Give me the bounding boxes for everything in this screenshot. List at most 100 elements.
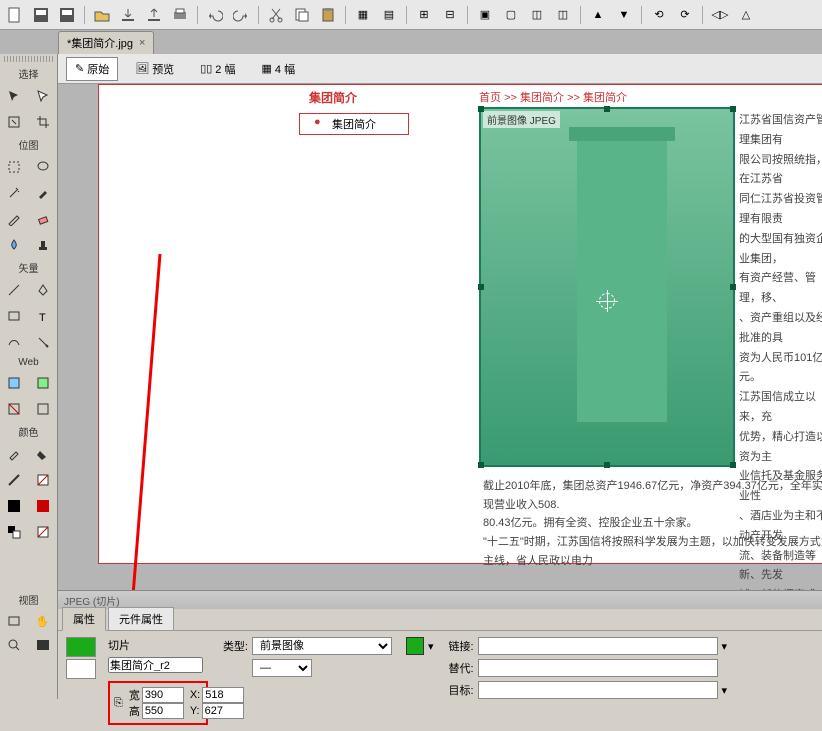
- link-input[interactable]: [478, 637, 718, 655]
- document-tab[interactable]: *集团简介.jpg ×: [58, 31, 154, 54]
- cut-icon[interactable]: [267, 6, 285, 24]
- swap-colors-icon[interactable]: [3, 521, 25, 543]
- dropdown-icon[interactable]: ▾: [722, 640, 728, 653]
- view-original-button[interactable]: ✎ 原始: [66, 57, 118, 81]
- marquee-tool-icon[interactable]: [3, 156, 25, 178]
- show-slices-icon[interactable]: [32, 398, 54, 420]
- svg-text:T: T: [39, 312, 46, 323]
- rotate-right-icon[interactable]: ⟳: [676, 6, 694, 24]
- print-icon[interactable]: [171, 6, 189, 24]
- subselect-tool-icon[interactable]: [32, 85, 54, 107]
- stroke-swatch-icon[interactable]: [3, 469, 25, 491]
- dropdown-icon[interactable]: ▾: [428, 640, 434, 653]
- scale-tool-icon[interactable]: [3, 111, 25, 133]
- import-icon[interactable]: [119, 6, 137, 24]
- sendback-icon[interactable]: ▼: [615, 6, 633, 24]
- height-input[interactable]: [142, 703, 184, 719]
- hotspot-tool-icon[interactable]: [3, 372, 25, 394]
- resize-handle[interactable]: [478, 106, 484, 112]
- brush-tool-icon[interactable]: [32, 182, 54, 204]
- undo-icon[interactable]: [206, 6, 224, 24]
- save-as-icon[interactable]: [58, 6, 76, 24]
- alt-input[interactable]: [478, 659, 718, 677]
- bucket-tool-icon[interactable]: [32, 443, 54, 465]
- resize-handle[interactable]: [604, 106, 610, 112]
- format-select[interactable]: —: [252, 659, 312, 677]
- wand-tool-icon[interactable]: [3, 182, 25, 204]
- standard-screen-icon[interactable]: [3, 611, 25, 631]
- type-color-swatch[interactable]: [406, 637, 424, 655]
- flip-v-icon[interactable]: △: [737, 6, 755, 24]
- flip-h-icon[interactable]: ◁▷: [711, 6, 729, 24]
- slice-label: 切片: [108, 637, 208, 653]
- redo-icon[interactable]: [232, 6, 250, 24]
- arrange1-icon[interactable]: ▣: [476, 6, 494, 24]
- fill-black-icon[interactable]: [3, 495, 25, 517]
- resize-handle[interactable]: [604, 462, 610, 468]
- text-tool-icon[interactable]: T: [32, 305, 54, 327]
- copy-icon[interactable]: [293, 6, 311, 24]
- close-icon[interactable]: ×: [139, 37, 145, 49]
- new-icon[interactable]: [6, 6, 24, 24]
- view-4up-button[interactable]: ▦ 4 幅: [252, 57, 304, 81]
- eraser-tool-icon[interactable]: [32, 208, 54, 230]
- slice-bg-swatch[interactable]: [66, 659, 96, 679]
- group-icon[interactable]: ⊞: [415, 6, 433, 24]
- zoom-tool-icon[interactable]: [3, 635, 25, 655]
- bringfront-icon[interactable]: ▲: [589, 6, 607, 24]
- eyedropper-tool-icon[interactable]: [3, 443, 25, 465]
- no-stroke-icon[interactable]: [32, 469, 54, 491]
- export-icon[interactable]: [145, 6, 163, 24]
- arrange3-icon[interactable]: ◫: [528, 6, 546, 24]
- slice-color-swatch[interactable]: [66, 637, 96, 657]
- crop-tool-icon[interactable]: [32, 111, 54, 133]
- tab-properties[interactable]: 属性: [62, 607, 106, 631]
- dropdown-icon[interactable]: ▾: [722, 684, 728, 697]
- target-label: 目标:: [446, 682, 474, 698]
- view-preview-button[interactable]: 🖼 预览: [126, 57, 183, 81]
- rect-tool-icon[interactable]: [3, 305, 25, 327]
- rotate-left-icon[interactable]: ⟲: [650, 6, 668, 24]
- pointer-tool-icon[interactable]: [3, 85, 25, 107]
- slice-tool-icon[interactable]: [32, 372, 54, 394]
- save-icon[interactable]: [32, 6, 50, 24]
- body-text-below: 截止2010年底，集团总资产1946.67亿元，净资产394.37亿元，全年实现…: [483, 477, 822, 570]
- type-select[interactable]: 前景图像: [252, 637, 392, 655]
- lock-aspect-icon[interactable]: ⎘: [114, 691, 123, 715]
- resize-handle[interactable]: [730, 284, 736, 290]
- slice-name-input[interactable]: [108, 657, 203, 673]
- open-icon[interactable]: [93, 6, 111, 24]
- blur-tool-icon[interactable]: [3, 234, 25, 256]
- lasso-tool-icon[interactable]: [32, 156, 54, 178]
- pencil-tool-icon[interactable]: [3, 208, 25, 230]
- width-input[interactable]: [142, 687, 184, 703]
- resize-handle[interactable]: [478, 462, 484, 468]
- paste-icon[interactable]: [319, 6, 337, 24]
- resize-handle[interactable]: [730, 106, 736, 112]
- freeform-tool-icon[interactable]: [3, 331, 25, 353]
- fill-gradient-icon[interactable]: [32, 495, 54, 517]
- arrange2-icon[interactable]: ▢: [502, 6, 520, 24]
- resize-handle[interactable]: [478, 284, 484, 290]
- ungroup-icon[interactable]: ⊟: [441, 6, 459, 24]
- view-group-label: 视图: [0, 590, 57, 609]
- stamp-tool-icon[interactable]: [32, 234, 54, 256]
- default-colors-icon[interactable]: [32, 521, 54, 543]
- arrange4-icon[interactable]: ◫: [554, 6, 572, 24]
- tab-component[interactable]: 元件属性: [108, 607, 174, 630]
- distribute-icon[interactable]: ▤: [380, 6, 398, 24]
- screen-mode-icon[interactable]: [32, 635, 54, 655]
- pen-tool-icon[interactable]: [32, 279, 54, 301]
- resize-handle[interactable]: [730, 462, 736, 468]
- document-tab-title: *集团简介.jpg: [67, 35, 133, 51]
- line-tool-icon[interactable]: [3, 279, 25, 301]
- hand-tool-icon[interactable]: ✋: [32, 611, 54, 631]
- pencil-icon: ✎: [75, 62, 84, 75]
- target-input[interactable]: [478, 681, 718, 699]
- view-2up-button[interactable]: ▯▯ 2 幅: [191, 57, 244, 81]
- knife-tool-icon[interactable]: [32, 331, 54, 353]
- hide-slices-icon[interactable]: [3, 398, 25, 420]
- canvas[interactable]: 集团简介 首页 >> 集团简介 >> 集团简介 集团简介 前景图像 JPEG: [58, 84, 822, 590]
- selected-slice[interactable]: 前景图像 JPEG: [479, 107, 735, 467]
- align-icon[interactable]: ▦: [354, 6, 372, 24]
